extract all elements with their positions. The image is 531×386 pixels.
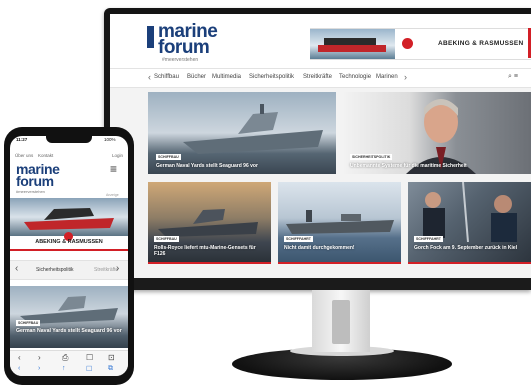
- browser-back-icon[interactable]: ‹: [18, 353, 21, 362]
- article-tile-3[interactable]: SCHIFFBAU Rolls-Royce liefert mtu-Marine…: [148, 182, 271, 262]
- phone-ad-ship-image: [24, 208, 114, 230]
- phone-ad-image[interactable]: [10, 198, 128, 236]
- portrait-image: [406, 99, 476, 174]
- article-3-accent: [148, 262, 271, 264]
- phone-nav-item-streitkraefte[interactable]: Streitkräfte: [94, 267, 118, 273]
- article-1-title[interactable]: German Naval Yards stellt Seaguard 96 vo…: [156, 163, 326, 169]
- phone-notch: [46, 136, 92, 143]
- search-menu-icons[interactable]: ⌕ ≡: [508, 73, 518, 81]
- article-5-accent: [408, 262, 531, 264]
- ad-ship-image: [310, 29, 395, 59]
- article-tile-5[interactable]: SCHIFFFAHRT Gorch Fock am 9. September z…: [408, 182, 531, 262]
- phone-browser-toolbar: ‹ › ⎙ ☐ ⊡ ‹ › ↑ ☐ ⧉: [10, 350, 128, 376]
- carrier-image: [286, 210, 394, 234]
- toolbar-tabs-icon[interactable]: ⧉: [108, 365, 113, 373]
- site-header: marine forum #meerverstehen ABEKING & RA…: [110, 14, 531, 68]
- warship-image: [183, 104, 323, 154]
- browser-tabs-icon[interactable]: ⊡: [108, 353, 115, 362]
- nav-item-buecher[interactable]: Bücher: [187, 74, 206, 80]
- phone-logo-tagline: #meerverstehen: [16, 189, 45, 194]
- article-3-badge[interactable]: SCHIFFBAU: [154, 236, 179, 242]
- toolbar-share-icon[interactable]: ↑: [62, 365, 66, 372]
- phone-article-title[interactable]: German Naval Yards stellt Seaguard 96 vo…: [16, 328, 124, 334]
- nav-item-schiffbau[interactable]: Schiffbau: [154, 74, 179, 80]
- login-link[interactable]: Login: [112, 153, 123, 158]
- article-3-title[interactable]: Rolls-Royce liefert mtu-Marine-Gensets f…: [154, 245, 266, 257]
- category-nav: ‹ Schiffbau Bücher Multimedia Sicherheit…: [110, 68, 531, 88]
- article-5-badge[interactable]: SCHIFFFAHRT: [414, 236, 443, 242]
- toolbar-bookmark-icon[interactable]: ☐: [86, 365, 92, 373]
- nav-item-technologie[interactable]: Technologie: [339, 74, 371, 80]
- article-2-badge[interactable]: SICHERHEITSPOLITIK: [350, 154, 393, 160]
- article-5-title[interactable]: Gorch Fock am 9. September zurück in Kie…: [414, 245, 526, 251]
- article-tile-2[interactable]: SICHERHEITSPOLITIK Unbemannte Systeme fü…: [344, 92, 531, 174]
- browser-forward-icon[interactable]: ›: [38, 353, 41, 362]
- phone-nav-item-sicherheitspolitik[interactable]: Sicherheitspolitik: [36, 267, 74, 273]
- status-battery: 100%: [104, 137, 116, 142]
- phone-ad-brand-name: ABEKING & RASMUSSEN: [35, 239, 103, 245]
- phone-logo-line-2: forum: [16, 173, 54, 189]
- article-4-badge[interactable]: SCHIFFFAHRT: [284, 236, 313, 242]
- logo-tagline: #meerverstehen: [162, 57, 199, 63]
- phone-screen: 11:27 100% Über uns Kontakt Login marine…: [10, 136, 128, 376]
- desktop-screen: marine forum #meerverstehen ABEKING & RA…: [110, 14, 531, 278]
- monitor-chin: [104, 278, 531, 290]
- article-4-accent: [278, 262, 401, 264]
- article-4-title[interactable]: Nicht damit durchgekommen!: [284, 245, 396, 251]
- status-time: 11:27: [16, 137, 28, 142]
- top-link-about[interactable]: Über uns: [15, 153, 33, 158]
- browser-bookmarks-icon[interactable]: ☐: [86, 353, 93, 362]
- crew-image: [423, 182, 517, 242]
- hamburger-menu-icon[interactable]: ≡: [110, 162, 117, 176]
- nav-item-marinen[interactable]: Marinen: [376, 74, 398, 80]
- article-2-title[interactable]: Unbemannte Systeme für die maritime Sich…: [350, 163, 480, 169]
- phone-article-badge[interactable]: SCHIFFBAU: [16, 320, 41, 326]
- browser-share-icon[interactable]: ⎙: [62, 353, 68, 363]
- nav-item-streitkraefte[interactable]: Streitkräfte: [303, 74, 332, 80]
- article-tile-1[interactable]: SCHIFFBAU German Naval Yards stellt Seag…: [148, 92, 336, 174]
- article-tile-4[interactable]: SCHIFFFAHRT Nicht damit durchgekommen!: [278, 182, 401, 262]
- ad-brand-logo-icon: [402, 38, 413, 49]
- toolbar-back-icon[interactable]: ‹: [18, 365, 20, 372]
- nav-item-multimedia[interactable]: Multimedia: [212, 74, 241, 80]
- phone-ad-label: Anzeige: [106, 193, 119, 197]
- frigate-image: [158, 209, 258, 237]
- monitor-stand-slot: [332, 300, 350, 344]
- phone-nav-prev-icon[interactable]: ‹: [15, 263, 18, 274]
- nav-next-arrow-icon[interactable]: ›: [404, 72, 407, 82]
- ad-banner[interactable]: ABEKING & RASMUSSEN: [310, 28, 531, 60]
- toolbar-forward-icon[interactable]: ›: [38, 365, 40, 372]
- ad-ship-hull: [318, 45, 386, 52]
- site-logo[interactable]: marine forum: [158, 22, 218, 58]
- phone-nav-next-icon[interactable]: ›: [116, 263, 119, 274]
- article-1-badge[interactable]: SCHIFFBAU: [156, 154, 181, 160]
- phone-category-nav: ‹ Sicherheitspolitik Streitkräfte ›: [10, 260, 128, 280]
- logo-line-2: forum: [158, 37, 210, 58]
- phone-logo[interactable]: marine forum: [16, 162, 60, 189]
- nav-item-sicherheitspolitik[interactable]: Sicherheitspolitik: [249, 74, 294, 80]
- nav-prev-arrow-icon[interactable]: ‹: [148, 72, 151, 82]
- logo-emblem-icon: [147, 26, 154, 48]
- phone-ad-accent: [10, 249, 128, 251]
- top-link-contact[interactable]: Kontakt: [38, 153, 53, 158]
- ad-brand-name: ABEKING & RASMUSSEN: [438, 40, 524, 47]
- phone-article-tile[interactable]: SCHIFFBAU German Naval Yards stellt Seag…: [10, 286, 128, 348]
